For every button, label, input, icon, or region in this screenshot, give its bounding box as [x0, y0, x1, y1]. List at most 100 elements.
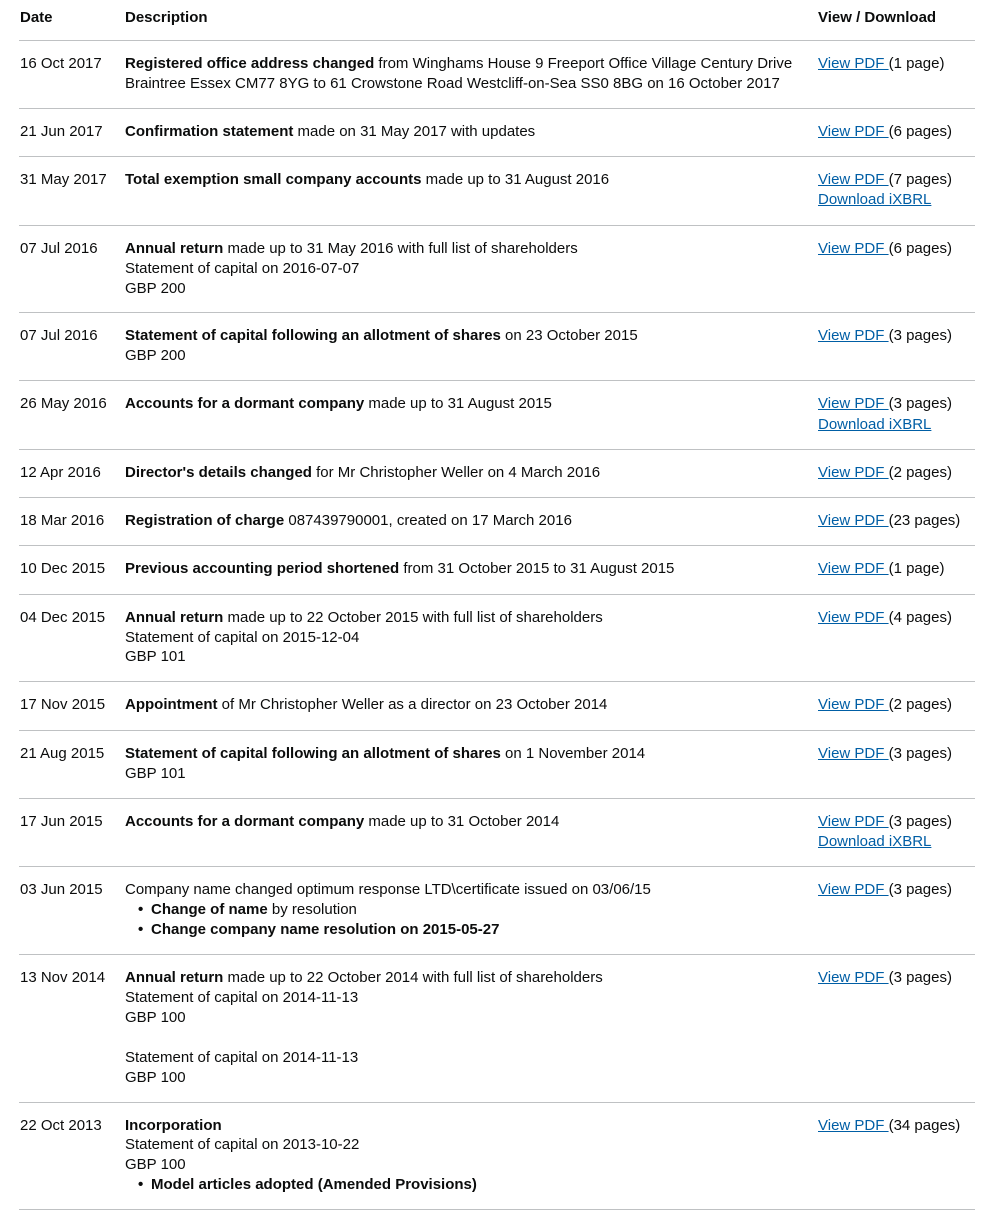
filing-date: 21 Jun 2017 [19, 108, 125, 158]
description-extra-line: Statement of capital on 2014-11-13 [125, 1048, 359, 1066]
download-ixbrl-line: Download iXBRL [818, 415, 969, 435]
view-pdf-line: View PDF (1 page) [818, 54, 969, 74]
view-pdf-link[interactable]: View PDF [818, 512, 889, 529]
view-pdf-link[interactable]: View PDF [818, 813, 889, 830]
page-count-label: (3 pages) [888, 812, 952, 830]
filing-date: 31 May 2017 [19, 156, 125, 226]
filing-date: 07 Jul 2016 [19, 225, 125, 314]
page-count-label: (1 page) [888, 55, 945, 72]
filing-date: 07 Jul 2016 [19, 312, 125, 382]
description-text: Director's details changed for Mr Christ… [125, 463, 802, 483]
filing-description: Statement of capital following an allotm… [125, 312, 818, 382]
filing-description: Registered office address changed from W… [125, 40, 818, 109]
description-extra-line: Statement of capital on 2014-11-13 [125, 988, 359, 1006]
table-row: 31 May 2017 Total exemption small company… [19, 156, 975, 226]
description-rest: made up to 31 October 2014 [364, 812, 560, 830]
view-download-cell: View PDF (3 pages) Download iXBRL [818, 380, 975, 450]
view-pdf-line: View PDF (3 pages) [818, 744, 969, 764]
filing-date: 18 Mar 2016 [19, 497, 125, 547]
filing-description: Statement of capital following an allotm… [125, 730, 818, 799]
view-pdf-link[interactable]: View PDF [818, 1117, 889, 1134]
table-row: 17 Nov 2015 Appointment of Mr Christopher… [19, 681, 975, 731]
view-pdf-line: View PDF (2 pages) [818, 463, 969, 483]
view-download-cell: View PDF (1 page) [818, 545, 975, 595]
description-extra-line: GBP 100 [125, 1008, 186, 1026]
filing-date: 10 Dec 2015 [19, 545, 125, 595]
view-pdf-link[interactable]: View PDF [818, 327, 889, 344]
description-rest: made up to 31 May 2016 with full list of… [223, 239, 578, 257]
description-text: Previous accounting period shortened fro… [125, 559, 802, 579]
description-text: Statement of capital following an allotm… [125, 326, 802, 346]
view-pdf-link[interactable]: View PDF [818, 240, 889, 257]
bullet-bold-text: Model articles adopted (Amended Provisio… [151, 1176, 477, 1194]
description-lead: Registered office address changed [125, 55, 375, 72]
download-ixbrl-link[interactable]: Download iXBRL [818, 833, 931, 850]
bullet-bold-text: Change company name resolution on 2015-0… [151, 920, 500, 938]
page-count-label: (6 pages) [888, 122, 952, 140]
description-rest: made up to 31 August 2015 [364, 395, 552, 413]
filing-history-table: Date Description View / Download 16 Oct … [19, 0, 975, 1210]
page-count-label: (3 pages) [888, 744, 952, 762]
view-pdf-link[interactable]: View PDF [818, 171, 889, 188]
filing-description: Annual return made up to 22 October 2015… [125, 594, 818, 683]
view-pdf-link[interactable]: View PDF [818, 123, 889, 140]
description-lead: Statement of capital following an allotm… [125, 744, 501, 762]
view-pdf-line: View PDF (3 pages) [818, 968, 969, 988]
view-pdf-line: View PDF (3 pages) [818, 394, 969, 414]
view-pdf-link[interactable]: View PDF [818, 55, 889, 72]
page-count-label: (3 pages) [888, 881, 952, 898]
description-bullet-item: Model articles adopted (Amended Provisio… [125, 1175, 802, 1195]
page-count-label: (3 pages) [888, 968, 952, 986]
table-header-row: Date Description View / Download [19, 0, 975, 41]
description-rest: on 1 November 2014 [500, 744, 646, 762]
view-pdf-link[interactable]: View PDF [818, 609, 889, 626]
description-rest: for Mr Christopher Weller on 4 March 201… [311, 463, 601, 481]
view-pdf-link[interactable]: View PDF [818, 395, 889, 412]
filing-description: Accounts for a dormant company made up t… [125, 380, 818, 450]
description-bullet-list: Model articles adopted (Amended Provisio… [125, 1175, 802, 1195]
bullet-bold-text: Change of name [151, 900, 268, 918]
table-row: 13 Nov 2014 Annual return made up to 22 O… [19, 954, 975, 1103]
page-count-label: (7 pages) [888, 171, 952, 189]
description-rest: on 23 October 2015 [500, 327, 638, 345]
column-header-view-download: View / Download [818, 0, 975, 41]
filing-description: Annual return made up to 31 May 2016 wit… [125, 225, 818, 314]
table-row: 03 Jun 2015 Company name changed optimum … [19, 866, 975, 955]
view-download-cell: View PDF (3 pages) [818, 312, 975, 382]
description-lead: Accounts for a dormant company [125, 395, 365, 413]
filing-history-page: Date Description View / Download 16 Oct … [0, 0, 993, 1210]
view-pdf-link[interactable]: View PDF [818, 464, 889, 481]
description-rest: made on 31 May 2017 with updates [293, 122, 536, 140]
download-ixbrl-link[interactable]: Download iXBRL [818, 416, 931, 433]
filing-description: Confirmation statement made on 31 May 20… [125, 108, 818, 158]
table-row: 10 Dec 2015 Previous accounting period sh… [19, 545, 975, 595]
column-header-description: Description [125, 0, 818, 41]
view-pdf-link[interactable]: View PDF [818, 969, 889, 986]
view-pdf-line: View PDF (7 pages) [818, 170, 969, 190]
filing-date: 17 Nov 2015 [19, 681, 125, 731]
description-text: Annual return made up to 22 October 2015… [125, 608, 802, 628]
filing-date: 22 Oct 2013 [19, 1102, 125, 1210]
download-ixbrl-link[interactable]: Download iXBRL [818, 191, 931, 208]
table-row: 17 Jun 2015 Accounts for a dormant compan… [19, 798, 975, 867]
view-pdf-link[interactable]: View PDF [818, 560, 889, 577]
description-bullet-item: Change company name resolution on 2015-0… [125, 920, 802, 940]
table-row: 07 Jul 2016 Statement of capital followin… [19, 312, 975, 382]
description-extra-line: GBP 100 [125, 1156, 186, 1174]
description-lead: Registration of charge [125, 512, 285, 530]
description-rest: of Mr Christopher Weller as a director o… [217, 696, 608, 714]
view-pdf-link[interactable]: View PDF [818, 696, 889, 713]
view-download-cell: View PDF (4 pages) [818, 594, 975, 683]
view-pdf-link[interactable]: View PDF [818, 745, 889, 762]
filing-description: Accounts for a dormant company made up t… [125, 798, 818, 867]
filing-description: Appointment of Mr Christopher Weller as … [125, 681, 818, 731]
description-text: Accounts for a dormant company made up t… [125, 394, 802, 414]
view-pdf-link[interactable]: View PDF [818, 881, 889, 898]
view-pdf-line: View PDF (34 pages) [818, 1116, 969, 1136]
description-extra-line: Statement of capital on 2016-07-07 [125, 259, 360, 277]
description-lead: Statement of capital following an allotm… [125, 327, 501, 345]
view-pdf-line: View PDF (2 pages) [818, 695, 969, 715]
description-text: Appointment of Mr Christopher Weller as … [125, 695, 802, 715]
table-row: 22 Oct 2013 Incorporation Statement of cap… [19, 1102, 975, 1210]
view-download-cell: View PDF (1 page) [818, 40, 975, 109]
